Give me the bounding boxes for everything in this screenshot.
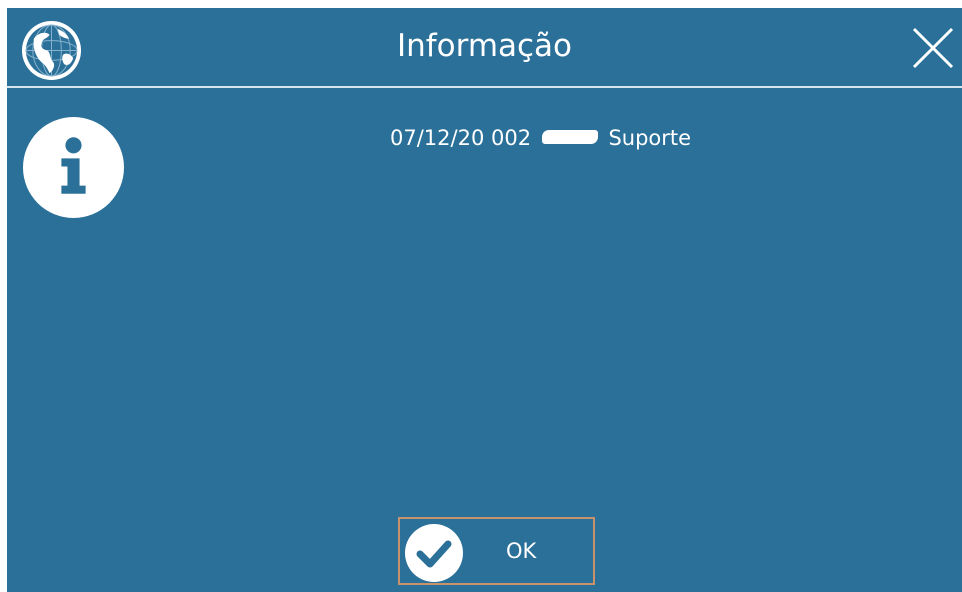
title-divider xyxy=(7,86,962,88)
ok-label: OK xyxy=(506,539,537,563)
ok-button[interactable]: OK xyxy=(398,517,595,585)
redacted-text xyxy=(541,130,598,144)
title-bar: Informação xyxy=(7,8,962,87)
info-icon xyxy=(23,117,124,218)
information-dialog: Informação 07/12/20 002 Suporte OK xyxy=(7,8,962,592)
message-prefix: 07/12/20 002 xyxy=(390,126,532,150)
message-suffix: Suporte xyxy=(608,126,692,150)
dialog-title: Informação xyxy=(396,28,573,64)
close-icon[interactable] xyxy=(910,25,956,71)
check-icon xyxy=(405,524,463,582)
message-text: 07/12/20 002 Suporte xyxy=(390,123,691,153)
